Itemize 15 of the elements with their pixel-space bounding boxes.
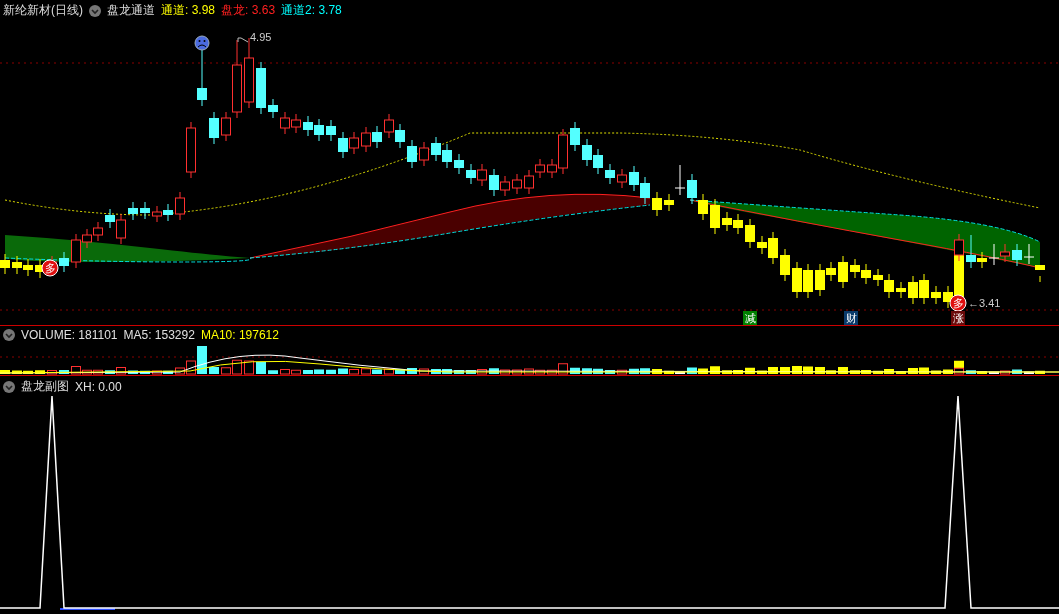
indicator-reading: XH: 0.00 [75, 379, 122, 394]
indicator-reading: 盘龙: 3.63 [221, 2, 276, 19]
stock-title: 新纶新材(日线) [3, 2, 83, 19]
indicator-reading: 通道2: 3.78 [281, 2, 342, 19]
price-label: 4.95 [250, 31, 272, 43]
signal-marker: 财 [844, 311, 858, 325]
price-label: ←3.41 [968, 297, 1001, 309]
volume-reading: VOLUME: 181101 [21, 328, 118, 342]
indicator-name: 盘龙通道 [107, 2, 155, 19]
indicator-reading: 通道: 3.98 [161, 2, 216, 19]
volume-reading: MA5: 153292 [123, 328, 195, 342]
indicator-name: 盘龙副图 [21, 378, 69, 395]
volume-reading: MA10: 197612 [200, 328, 279, 342]
signal-marker: 减 [743, 311, 757, 325]
signal-marker: 涨 [951, 311, 965, 325]
